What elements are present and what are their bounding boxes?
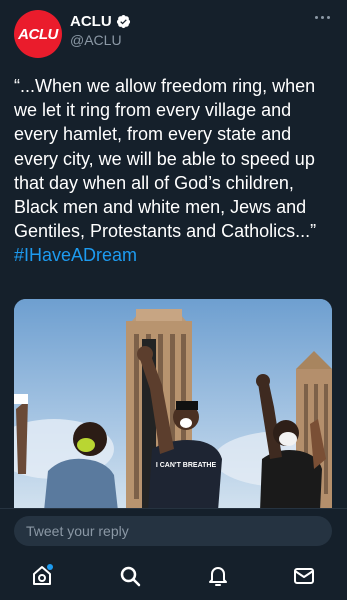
author-name-row[interactable]: ACLU bbox=[70, 13, 131, 30]
reply-bar bbox=[0, 508, 347, 551]
tweet-body: “...When we allow freedom ring, when we … bbox=[14, 76, 317, 242]
search-icon bbox=[120, 566, 141, 587]
avatar[interactable]: ACLU bbox=[14, 10, 62, 58]
tab-search[interactable] bbox=[118, 564, 142, 588]
home-icon bbox=[33, 564, 53, 585]
tab-notifications[interactable] bbox=[206, 564, 230, 588]
verified-badge-icon bbox=[116, 14, 130, 29]
bell-icon bbox=[209, 567, 227, 586]
display-name[interactable]: ACLU bbox=[70, 13, 112, 30]
tweet-header: ACLU ACLU @ACLU bbox=[0, 0, 347, 60]
tab-home[interactable] bbox=[30, 564, 54, 588]
avatar-logo-text: ACLU bbox=[18, 25, 58, 43]
author-handle[interactable]: @ACLU bbox=[70, 32, 122, 48]
tab-messages[interactable] bbox=[292, 564, 316, 588]
protest-photo-image: I CAN'T BREATHE bbox=[14, 299, 332, 511]
more-options-icon[interactable] bbox=[315, 16, 333, 24]
tweet-photo[interactable]: I CAN'T BREATHE bbox=[14, 299, 332, 511]
tweet-text: “...When we allow freedom ring, when we … bbox=[14, 74, 336, 268]
reply-input[interactable] bbox=[14, 516, 332, 546]
mail-icon bbox=[294, 568, 314, 584]
notification-dot bbox=[47, 564, 53, 570]
hashtag-link[interactable]: #IHaveADream bbox=[14, 245, 137, 265]
shirt-slogan: I CAN'T BREATHE bbox=[156, 462, 217, 469]
bottom-tab-bar bbox=[0, 552, 347, 600]
